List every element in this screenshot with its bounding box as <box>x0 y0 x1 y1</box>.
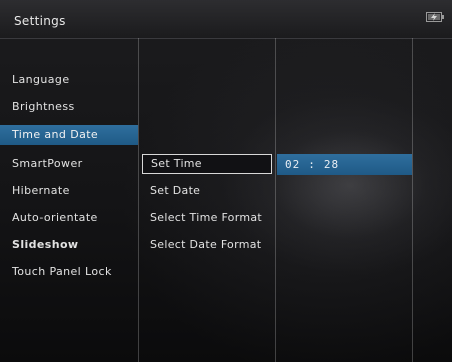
settings-screen: Settings Language Brightness Time and Da… <box>0 0 452 362</box>
menu-item-brightness[interactable]: Brightness <box>0 97 138 117</box>
time-hours[interactable]: 02 <box>285 154 300 175</box>
column-divider-3 <box>412 38 413 362</box>
header-bar: Settings <box>0 0 452 39</box>
submenu-item-set-date[interactable]: Set Date <box>142 181 272 201</box>
menu-item-touch-panel-lock[interactable]: Touch Panel Lock <box>0 262 138 282</box>
submenu-item-select-time-format[interactable]: Select Time Format <box>142 208 272 228</box>
time-separator: : <box>308 158 316 171</box>
battery-charging-icon <box>426 12 444 22</box>
time-value-row[interactable]: 02:28 <box>277 154 412 175</box>
menu-item-time-and-date[interactable]: Time and Date <box>0 125 138 145</box>
menu-item-hibernate[interactable]: Hibernate <box>0 181 138 201</box>
menu-item-auto-orientate[interactable]: Auto-orientate <box>0 208 138 228</box>
menu-item-smartpower[interactable]: SmartPower <box>0 154 138 174</box>
submenu-item-select-date-format[interactable]: Select Date Format <box>142 235 272 255</box>
time-minutes[interactable]: 28 <box>324 154 339 175</box>
column-divider-2 <box>275 38 276 362</box>
page-title: Settings <box>14 14 66 28</box>
submenu-item-set-time[interactable]: Set Time <box>142 154 272 174</box>
menu-item-slideshow[interactable]: Slideshow <box>0 235 138 255</box>
column-divider-1 <box>138 38 139 362</box>
menu-item-language[interactable]: Language <box>0 70 138 90</box>
